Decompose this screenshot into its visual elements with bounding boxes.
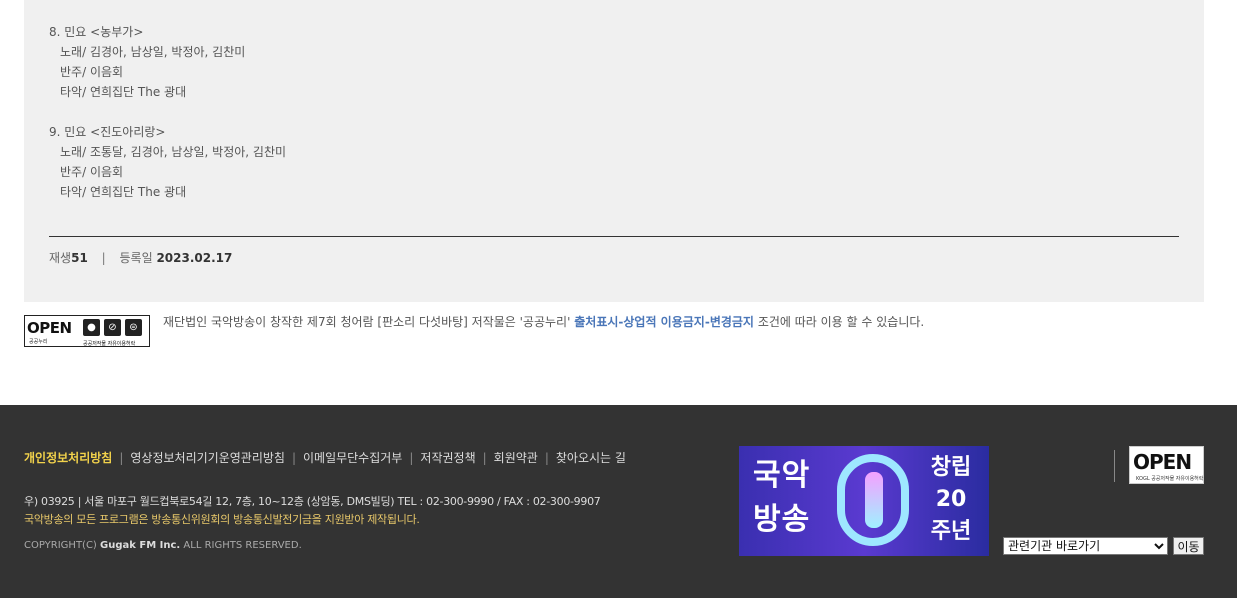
footer-link-copyright[interactable]: 저작권정책 (420, 451, 475, 465)
kogl-logo-text: OPEN (1133, 450, 1192, 474)
meta-separator: | (101, 251, 106, 265)
license-row: OPEN 공공누리 ● ⊘ ⊜ 공공저작물 자유이용허락 재단법인 국악방송이 … (24, 314, 1204, 348)
track-credit: 타악/ 연희집단 The 광대 (60, 85, 187, 99)
banner-brand-line: 국악 (753, 458, 811, 493)
license-conditions: 출처표시-상업적 이용금지-변경금지 (574, 315, 754, 329)
footer-address: 우) 03925 | 서울 마포구 월드컵북로54길 12, 7층, 10~12… (24, 495, 601, 508)
kogl-license-badge: OPEN 공공누리 ● ⊘ ⊜ 공공저작물 자유이용허락 (24, 315, 150, 347)
banner-anniversary-line: 창립 (930, 455, 972, 480)
anniversary-banner[interactable]: 국악 방송 창립 20 주년 (739, 446, 989, 556)
banner-anniversary-line: 20 (935, 487, 967, 512)
footer-link-terms[interactable]: 회원약관 (494, 451, 538, 465)
related-sites-select[interactable]: 관련기관 바로가기 (1003, 537, 1168, 555)
track-title: 9. 민요 <진도아리랑> (49, 125, 166, 139)
open-logo-text: OPEN (27, 319, 72, 337)
footer-nav-separator: | (409, 451, 414, 465)
content-divider (49, 236, 1179, 237)
footer-link-privacy[interactable]: 개인정보처리방침 (24, 451, 112, 465)
cc-sub-text: 공공저작물 자유이용허락 (83, 341, 136, 347)
license-text: 재단법인 국악방송이 창작한 제7회 청어람 [판소리 다섯바탕] 저작물은 '… (163, 314, 924, 330)
track-credit: 노래/ 조통달, 김경아, 남상일, 박정아, 김찬미 (60, 145, 287, 159)
open-logo-sub: 공공누리 (29, 339, 48, 345)
track-credit: 노래/ 김경아, 남상일, 박정아, 김찬미 (60, 45, 246, 59)
play-count: 51 (71, 251, 88, 265)
footer-nav-separator: | (482, 451, 487, 465)
footer-nav-separator: | (119, 451, 124, 465)
track-credit: 반주/ 이음회 (60, 65, 124, 79)
banner-anniversary-line: 주년 (930, 519, 972, 544)
footer-vertical-divider (1114, 450, 1115, 482)
license-text-before: 재단법인 국악방송이 창작한 제7회 청어람 [판소리 다섯바탕] 저작물은 '… (163, 315, 571, 329)
date-label: 등록일 (119, 251, 153, 265)
track-item: 9. 민요 <진도아리랑> 노래/ 조통달, 김경아, 남상일, 박정아, 김찬… (49, 122, 286, 202)
footer-copyright: COPYRIGHT(C) Gugak FM Inc. ALL RIGHTS RE… (24, 540, 302, 551)
content-panel: 8. 민요 <농부가> 노래/ 김경아, 남상일, 박정아, 김찬미 반주/ 이… (24, 0, 1204, 302)
banner-brand-text: 국악 방송 (753, 454, 810, 542)
copyright-suffix: ALL RIGHTS RESERVED. (183, 540, 302, 551)
footer-link-cctv-policy[interactable]: 영상정보처리기기운영관리방침 (130, 451, 285, 465)
track-credit: 타악/ 연희집단 The 광대 (60, 185, 187, 199)
noderivatives-icon: ⊜ (125, 319, 142, 336)
attribution-icon: ● (83, 319, 100, 336)
date-value: 2023.02.17 (156, 251, 233, 265)
post-meta: 재생51 | 등록일 2023.02.17 (49, 249, 232, 267)
footer-funding-notice: 국악방송의 모든 프로그램은 방송통신위원회의 방송통신발전기금을 지원받아 제… (24, 513, 420, 526)
noncommercial-icon: ⊘ (104, 319, 121, 336)
footer-link-email-refusal[interactable]: 이메일무단수집거부 (303, 451, 402, 465)
track-item: 8. 민요 <농부가> 노래/ 김경아, 남상일, 박정아, 김찬미 반주/ 이… (49, 22, 245, 102)
license-text-after: 조건에 따라 이용 할 수 있습니다. (757, 315, 925, 329)
footer-nav-separator: | (544, 451, 549, 465)
track-credit: 반주/ 이음회 (60, 165, 124, 179)
play-label: 재생 (49, 251, 72, 265)
banner-anniversary-text: 창립 20 주년 (921, 452, 981, 548)
banner-emblem-icon (837, 454, 909, 546)
copyright-prefix: COPYRIGHT(C) (24, 540, 97, 551)
kogl-logo-sub: KOGL 공공저작물 자유이용허락 (1136, 476, 1204, 482)
footer-link-directions[interactable]: 찾아오시는 길 (556, 451, 626, 465)
go-button[interactable]: 이동 (1173, 537, 1204, 555)
footer-address-block: 우) 03925 | 서울 마포구 월드컵북로54길 12, 7층, 10~12… (24, 493, 601, 529)
site-footer: 개인정보처리방침 | 영상정보처리기기운영관리방침 | 이메일무단수집거부 | 저작권정책 |… (0, 405, 1237, 598)
copyright-brand: Gugak FM Inc. (100, 540, 181, 551)
footer-nav-separator: | (291, 451, 296, 465)
track-title: 8. 민요 <농부가> (49, 25, 144, 39)
kogl-footer-logo[interactable]: OPEN KOGL 공공저작물 자유이용허락 (1129, 446, 1204, 484)
banner-brand-line: 방송 (753, 502, 811, 537)
footer-nav: 개인정보처리방침 | 영상정보처리기기운영관리방침 | 이메일무단수집거부 | 저작권정책 |… (24, 450, 626, 466)
